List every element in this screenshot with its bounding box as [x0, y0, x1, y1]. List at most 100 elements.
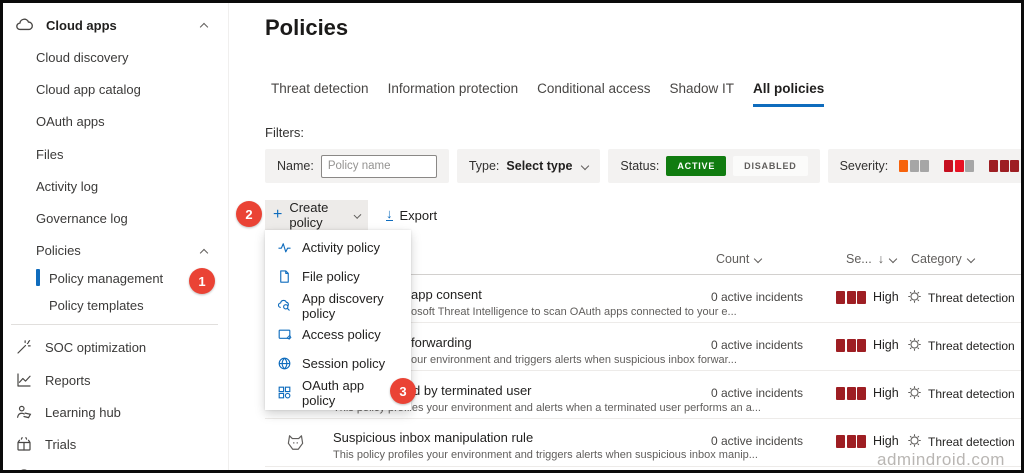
severity-filter-label: Severity:: [839, 159, 889, 173]
gear-icon: [906, 336, 923, 353]
tab-conditional-access[interactable]: Conditional access: [537, 81, 650, 107]
policy-title[interactable]: d by terminated user: [413, 383, 532, 398]
export-button[interactable]: ↓ Export: [386, 200, 437, 230]
chevron-up-icon[interactable]: [199, 248, 209, 258]
category-label: Threat detection: [928, 339, 1015, 353]
menu-item-session-policy[interactable]: Session policy: [265, 349, 411, 378]
access-policy-icon: [277, 327, 292, 342]
sidebar-section-label: Cloud apps: [46, 18, 117, 33]
sidebar-item-governance-log[interactable]: Governance log: [36, 211, 128, 226]
tab-information-protection[interactable]: Information protection: [388, 81, 519, 107]
menu-item-activity-policy[interactable]: Activity policy: [265, 233, 411, 262]
sidebar-item-partial[interactable]: [15, 467, 45, 470]
watermark: admindroid.com: [877, 450, 1005, 469]
policy-description: This policy profiles your environment an…: [333, 449, 758, 461]
tab-all-policies[interactable]: All policies: [753, 81, 825, 107]
status-filter-label: Status:: [620, 159, 660, 173]
tab-shadow-it[interactable]: Shadow IT: [669, 81, 734, 107]
sidebar-item-cloud-app-catalog[interactable]: Cloud app catalog: [36, 82, 141, 97]
tab-threat-detection[interactable]: Threat detection: [271, 81, 369, 107]
menu-item-app-discovery-policy[interactable]: App discovery policy: [265, 291, 411, 321]
column-header-count[interactable]: Count: [716, 252, 763, 266]
gear-icon: [906, 384, 923, 401]
annotation-step-2: 2: [236, 201, 262, 227]
type-filter-value: Select type: [506, 159, 573, 173]
chevron-down-icon: [754, 254, 763, 264]
sidebar: Cloud apps Cloud discovery Cloud app cat…: [3, 3, 229, 470]
status-disabled-chip[interactable]: DISABLED: [733, 156, 808, 176]
sidebar-item-oauth-apps[interactable]: OAuth apps: [36, 114, 105, 129]
category-label: Threat detection: [928, 387, 1015, 401]
count-cell: 0 active incidents: [711, 290, 804, 304]
line-chart-icon: [15, 371, 33, 389]
chevron-down-icon: [888, 254, 898, 264]
learning-person-icon: [15, 403, 33, 421]
export-label: Export: [399, 207, 438, 223]
selected-indicator: [36, 269, 40, 286]
oauth-app-policy-icon: [277, 385, 292, 400]
sort-descending-icon: ↓: [877, 252, 884, 266]
menu-item-access-policy[interactable]: Access policy: [265, 320, 411, 349]
count-cell: 0 active incidents: [711, 338, 804, 352]
plus-icon: +: [273, 206, 283, 223]
sidebar-item-trials[interactable]: Trials: [15, 435, 76, 453]
sidebar-section-policies[interactable]: Policies: [36, 243, 81, 258]
annotation-step-3: 3: [390, 378, 416, 404]
type-filter-label: Type:: [468, 159, 500, 173]
category-label: Threat detection: [928, 291, 1015, 305]
gear-icon: [906, 288, 923, 305]
sidebar-item-cloud-discovery[interactable]: Cloud discovery: [36, 50, 129, 65]
menu-item-file-policy[interactable]: File policy: [265, 262, 411, 291]
create-policy-menu: Activity policy File policy App discover…: [265, 230, 411, 410]
filter-severity: Severity:: [827, 149, 1021, 183]
session-policy-icon: [277, 356, 292, 371]
severity-high-badge: [836, 387, 866, 400]
sidebar-item-files[interactable]: Files: [36, 147, 63, 162]
app-window: Cloud apps Cloud discovery Cloud app cat…: [0, 0, 1024, 473]
policy-title[interactable]: forwarding: [411, 335, 472, 350]
severity-medium-badge[interactable]: [944, 160, 975, 172]
category-label: Threat detection: [928, 435, 1015, 449]
sidebar-section-cloud-apps[interactable]: Cloud apps: [15, 16, 117, 35]
severity-label: High: [873, 338, 899, 352]
filter-bar: Name: Type: Select type Status: ACTIVE D…: [265, 149, 1021, 183]
page-title: Policies: [265, 15, 349, 40]
anomaly-mask-icon: [286, 433, 305, 452]
sidebar-item-reports[interactable]: Reports: [15, 371, 91, 389]
chevron-up-icon[interactable]: [199, 22, 209, 32]
count-cell: 0 active incidents: [711, 386, 804, 400]
severity-high-badge[interactable]: [989, 160, 1020, 172]
severity-high-badge: [836, 339, 866, 352]
sidebar-item-activity-log[interactable]: Activity log: [36, 179, 98, 194]
file-policy-icon: [277, 269, 292, 284]
name-filter-label: Name:: [277, 159, 314, 173]
filter-type[interactable]: Type: Select type: [456, 149, 601, 183]
count-cell: 0 active incidents: [711, 434, 804, 448]
chevron-down-icon: [581, 161, 590, 171]
sidebar-item-policy-management[interactable]: Policy management: [49, 271, 163, 286]
policy-description: osoft Threat Intelligence to scan OAuth …: [411, 306, 737, 318]
severity-label: High: [873, 386, 899, 400]
gift-icon: [15, 435, 33, 453]
status-active-chip[interactable]: ACTIVE: [666, 156, 727, 176]
severity-low-badge[interactable]: [899, 160, 930, 172]
circle-icon: [15, 467, 33, 470]
column-header-severity[interactable]: Se... ↓: [846, 252, 898, 266]
sidebar-item-policy-templates[interactable]: Policy templates: [49, 298, 144, 313]
policy-name-input[interactable]: [320, 154, 437, 178]
severity-label: High: [873, 290, 899, 304]
chevron-down-icon: [966, 254, 975, 264]
wand-icon: [15, 338, 33, 356]
policy-title[interactable]: Suspicious inbox manipulation rule: [333, 430, 533, 445]
sidebar-item-soc-optimization[interactable]: SOC optimization: [15, 338, 146, 356]
tab-bar: Threat detection Information protection …: [271, 81, 825, 107]
column-header-category[interactable]: Category: [911, 252, 975, 266]
sidebar-divider: [11, 324, 218, 325]
cloud-icon: [15, 16, 34, 35]
create-policy-label: Create policy: [289, 200, 329, 230]
severity-label: High: [873, 434, 899, 448]
create-policy-button[interactable]: + Create policy: [265, 200, 368, 230]
sidebar-item-learning-hub[interactable]: Learning hub: [15, 403, 121, 421]
severity-high-badge: [836, 291, 866, 304]
policy-title[interactable]: app consent: [411, 287, 482, 302]
